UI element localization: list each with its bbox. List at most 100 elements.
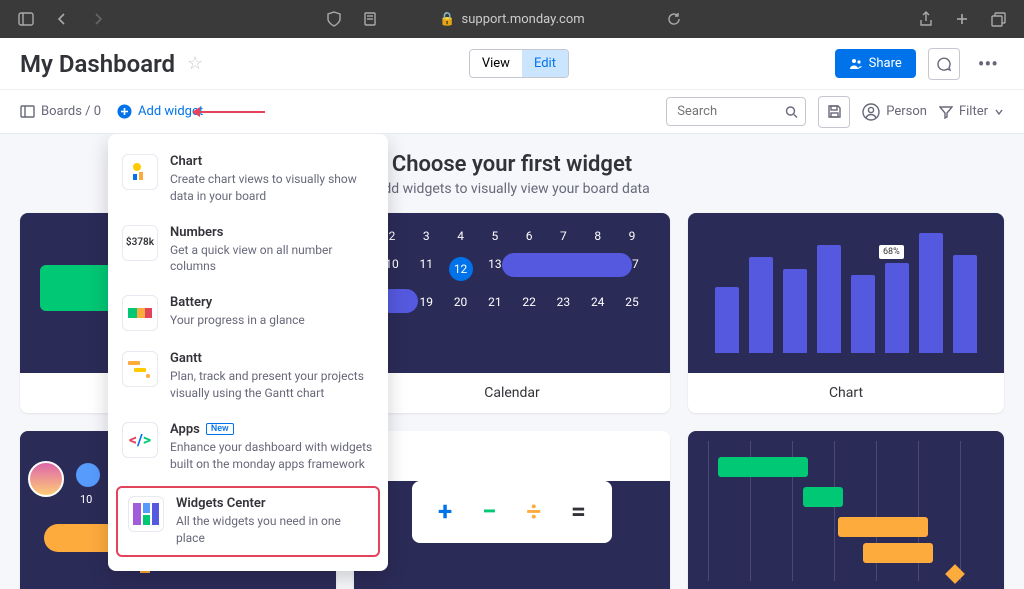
- math-symbol: −: [482, 497, 496, 527]
- view-edit-toggle: View Edit: [469, 49, 569, 78]
- calendar-day: 22: [517, 295, 541, 309]
- browser-chrome: 🔒 support.monday.com: [0, 0, 1024, 38]
- calendar-day: 12: [449, 257, 473, 281]
- widget-label: Chart: [688, 373, 1004, 413]
- calendar-day: 20: [449, 295, 473, 309]
- dropdown-item-desc: Your progress in a glance: [170, 312, 374, 329]
- reader-icon[interactable]: [356, 5, 384, 33]
- share-button[interactable]: Share: [835, 49, 916, 78]
- gantt-milestone-icon: [945, 564, 965, 584]
- refresh-icon[interactable]: [660, 5, 688, 33]
- tabs-icon[interactable]: [984, 5, 1012, 33]
- widget-card-gantt[interactable]: [688, 431, 1004, 589]
- edit-button[interactable]: Edit: [522, 50, 568, 77]
- dropdown-item-apps[interactable]: </> AppsNew Enhance your dashboard with …: [108, 412, 388, 483]
- widget-preview: 68%: [688, 213, 1004, 373]
- annotation-arrow: [195, 111, 265, 113]
- chevron-down-icon: [994, 107, 1004, 117]
- person-icon: [862, 103, 880, 121]
- calendar-day: 24: [586, 295, 610, 309]
- widget-preview: 2345678910111213141516171819202122232425: [354, 213, 670, 373]
- url-bar[interactable]: 🔒 support.monday.com: [439, 12, 584, 27]
- forward-icon[interactable]: [84, 5, 112, 33]
- chart-bar: [749, 257, 773, 353]
- dropdown-icon: </>: [122, 422, 158, 458]
- page-title: My Dashboard: [20, 50, 175, 78]
- boards-icon: [20, 104, 35, 119]
- calendar-day: 6: [517, 229, 541, 243]
- share-icon[interactable]: [912, 5, 940, 33]
- gantt-bar: [838, 517, 928, 537]
- dropdown-item-widgets-center[interactable]: Widgets Center All the widgets you need …: [116, 486, 380, 557]
- chart-bar: [715, 287, 739, 353]
- calendar-day: 5: [483, 229, 507, 243]
- dropdown-item-title: Gantt: [170, 351, 374, 366]
- add-widget-dropdown: Chart Create chart views to visually sho…: [108, 134, 388, 571]
- chart-bar: [817, 245, 841, 353]
- calendar-day: 23: [551, 295, 575, 309]
- dropdown-item-desc: Plan, track and present your projects vi…: [170, 368, 374, 402]
- calendar-day: 21: [483, 295, 507, 309]
- calendar-day: 8: [586, 229, 610, 243]
- dropdown-item-chart[interactable]: Chart Create chart views to visually sho…: [108, 144, 388, 215]
- filter-button[interactable]: Filter: [939, 104, 1004, 119]
- save-icon[interactable]: [818, 96, 850, 128]
- content-area: Choose your first widget Add widgets to …: [0, 134, 1024, 589]
- dropdown-icon: [122, 351, 158, 387]
- math-symbol: ÷: [526, 497, 541, 527]
- new-tab-icon[interactable]: [948, 5, 976, 33]
- star-icon[interactable]: ☆: [187, 53, 203, 74]
- boards-button[interactable]: Boards / 0: [20, 104, 101, 119]
- new-badge: New: [206, 423, 234, 435]
- dropdown-item-title: Widgets Center: [176, 496, 368, 511]
- dropdown-item-title: Numbers: [170, 225, 374, 240]
- gantt-bar: [863, 543, 933, 563]
- search-icon: [785, 105, 798, 118]
- chat-icon[interactable]: [928, 48, 960, 80]
- more-menu-icon[interactable]: •••: [972, 52, 1004, 76]
- back-icon[interactable]: [48, 5, 76, 33]
- dropdown-item-title: Battery: [170, 295, 374, 310]
- widget-card-chart[interactable]: 68% Chart: [688, 213, 1004, 413]
- dropdown-icon: [122, 295, 158, 331]
- widget-label: Calendar: [354, 373, 670, 413]
- gantt-bar: [718, 457, 808, 477]
- math-symbol: =: [571, 497, 586, 527]
- dropdown-item-desc: All the widgets you need in one place: [176, 513, 368, 547]
- dropdown-item-desc: Create chart views to visually show data…: [170, 171, 374, 205]
- boards-label: Boards / 0: [41, 104, 101, 119]
- person-label: Person: [886, 104, 927, 119]
- share-label: Share: [869, 56, 902, 71]
- widget-preview: +−÷=: [354, 481, 670, 589]
- page-header: My Dashboard ☆ View Edit Share •••: [0, 38, 1024, 90]
- people-icon: [849, 57, 863, 71]
- dropdown-icon: [128, 496, 164, 532]
- filter-icon: [939, 105, 953, 119]
- gantt-bar: [803, 487, 843, 507]
- sidebar-toggle-icon[interactable]: [12, 5, 40, 33]
- stat-number: 10: [80, 493, 92, 506]
- chart-bar: [851, 275, 875, 353]
- shield-icon[interactable]: [320, 5, 348, 33]
- calendar-day: 4: [449, 229, 473, 243]
- dropdown-item-numbers[interactable]: $378k Numbers Get a quick view on all nu…: [108, 215, 388, 286]
- view-button[interactable]: View: [470, 50, 522, 77]
- filter-label: Filter: [959, 104, 988, 119]
- toolbar: Boards / 0 Add widget Person Filter: [0, 90, 1024, 134]
- calendar-day: 25: [620, 295, 644, 309]
- dropdown-item-gantt[interactable]: Gantt Plan, track and present your proje…: [108, 341, 388, 412]
- chart-bar-label: 68%: [879, 245, 904, 259]
- plus-circle-icon: [117, 104, 132, 119]
- calendar-day: 7: [551, 229, 575, 243]
- dropdown-item-battery[interactable]: Battery Your progress in a glance: [108, 285, 388, 341]
- dropdown-item-title: AppsNew: [170, 422, 374, 437]
- page: My Dashboard ☆ View Edit Share ••• Board…: [0, 38, 1024, 589]
- person-filter[interactable]: Person: [862, 103, 927, 121]
- dropdown-item-title: Chart: [170, 154, 374, 169]
- widget-preview: [688, 431, 1004, 589]
- widget-card-numbers[interactable]: +−÷=: [354, 431, 670, 589]
- calendar-day: 3: [414, 229, 438, 243]
- widget-card-calendar[interactable]: 2345678910111213141516171819202122232425…: [354, 213, 670, 413]
- dropdown-item-desc: Enhance your dashboard with widgets buil…: [170, 439, 374, 473]
- search-input-wrap: [666, 97, 806, 126]
